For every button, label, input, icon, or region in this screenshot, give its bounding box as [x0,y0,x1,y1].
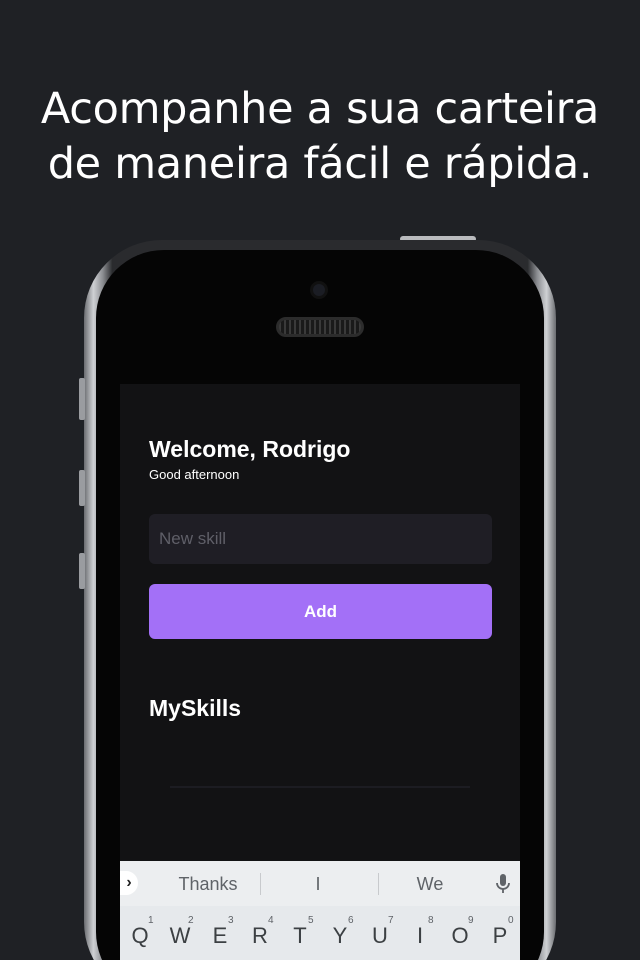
key-number-hint: 7 [388,915,394,926]
key-number-hint: 9 [468,915,474,926]
headline-line-2: de maneira fácil e rápida. [47,139,593,189]
list-divider [170,786,470,788]
key-number-hint: 2 [188,915,194,926]
key-number-hint: 3 [228,915,234,926]
app-screen: Welcome, Rodrigo Good afternoon Add MySk… [120,384,520,960]
chevron-right-icon[interactable]: › [120,871,138,895]
suggestion-divider [378,873,379,895]
key-r[interactable]: R [246,923,274,949]
new-skill-input[interactable] [149,514,492,564]
key-e[interactable]: E [206,923,234,949]
key-o[interactable]: O [446,923,474,949]
key-number-hint: 1 [148,915,154,926]
key-y[interactable]: Y [326,923,354,949]
suggestion-bar: › Thanks I We [120,861,520,906]
section-title: MySkills [149,695,242,721]
add-button[interactable]: Add [149,584,492,639]
key-number-hint: 8 [428,915,434,926]
key-i[interactable]: I [406,923,434,949]
mute-switch [79,378,85,420]
suggestion-divider [260,873,261,895]
key-number-hint: 0 [508,915,514,926]
greeting-text: Good afternoon [149,467,240,482]
suggestion-item[interactable]: Thanks [168,874,248,895]
key-u[interactable]: U [366,923,394,949]
volume-down-button [79,553,85,589]
key-t[interactable]: T [286,923,314,949]
key-w[interactable]: W [166,923,194,949]
front-camera [310,281,328,299]
key-p[interactable]: P [486,923,514,949]
key-number-hint: 5 [308,915,314,926]
welcome-title: Welcome, Rodrigo [149,436,351,462]
earpiece-speaker [276,317,364,337]
suggestion-item[interactable]: I [298,874,338,895]
key-number-hint: 6 [348,915,354,926]
virtual-keyboard: › Thanks I We Q1W2E3R4T5Y6U7I8O9P0 [120,861,520,960]
suggestion-item[interactable]: We [400,874,460,895]
mic-icon[interactable] [495,873,511,895]
key-q[interactable]: Q [126,923,154,949]
key-number-hint: 4 [268,915,274,926]
volume-up-button [79,470,85,506]
headline: Acompanhe a sua carteira de maneira fáci… [0,82,640,192]
headline-line-1: Acompanhe a sua carteira [40,84,600,134]
